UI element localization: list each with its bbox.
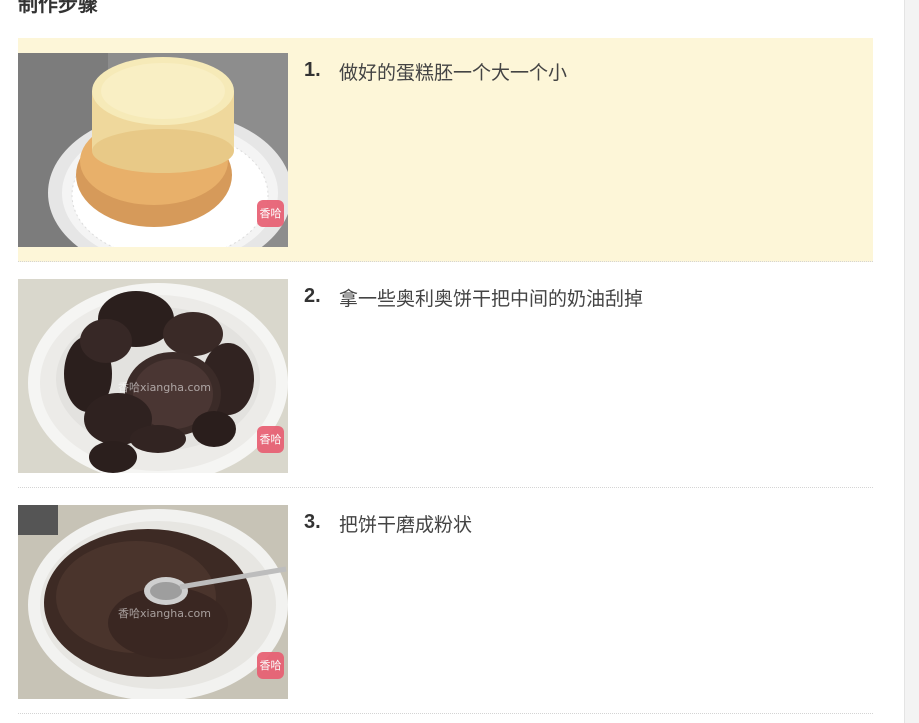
section-title: 制作步骤 [18,0,98,16]
xiangha-badge: 香哈 [257,200,284,227]
steps-list: 香哈 1. 做好的蛋糕胚一个大一个小 香哈xiangha.com 香哈 2. 拿… [18,38,873,716]
xiangha-badge: 香哈 [257,652,284,679]
crushed-cookies-bowl-photo-icon [18,505,288,699]
step-text: 做好的蛋糕胚一个大一个小 [339,62,568,84]
step-3-photo[interactable]: 香哈xiangha.com 香哈 [18,505,288,699]
step-item: 香哈 1. 做好的蛋糕胚一个大一个小 [18,38,873,262]
watermark-text: 香哈xiangha.com [118,381,211,394]
step-item: 香哈xiangha.com 香哈 3. 把饼干磨成粉状 [18,490,873,714]
step-text: 把饼干磨成粉状 [339,514,473,536]
xiangha-badge: 香哈 [257,426,284,453]
recipe-steps-page: 制作步骤 香哈 1. 做好的蛋糕胚一个大一个小 香哈xiangha.com 香哈… [0,0,919,723]
cake-layers-photo-icon [18,53,288,247]
step-number: 2. [304,285,321,307]
step-number: 3. [304,511,321,533]
step-number: 1. [304,59,321,81]
scrollbar[interactable] [904,0,919,723]
step-item: 香哈xiangha.com 香哈 2. 拿一些奥利奥饼干把中间的奶油刮掉 [18,264,873,488]
watermark-text: 香哈xiangha.com [118,607,211,620]
step-1-photo[interactable]: 香哈 [18,53,288,247]
oreo-cookies-bowl-photo-icon [18,279,288,473]
step-2-photo[interactable]: 香哈xiangha.com 香哈 [18,279,288,473]
step-text: 拿一些奥利奥饼干把中间的奶油刮掉 [339,288,644,310]
